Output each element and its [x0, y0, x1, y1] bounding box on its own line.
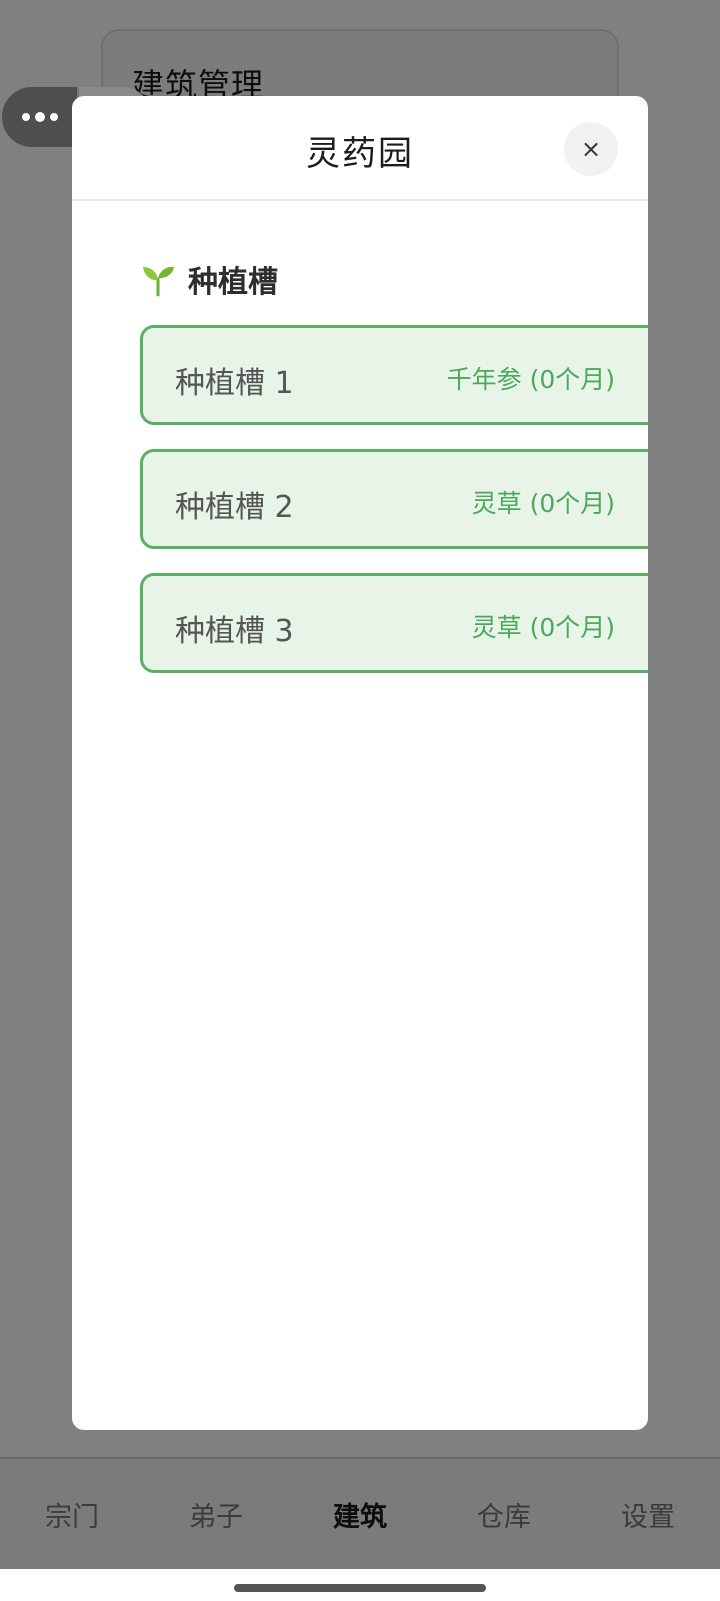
slot-name: 种植槽 3: [175, 614, 294, 649]
modal-header: 灵药园 ×: [72, 96, 648, 201]
slot-name: 种植槽 2: [175, 490, 294, 525]
tab-disciples[interactable]: 弟子: [144, 1459, 288, 1569]
more-button[interactable]: [2, 87, 77, 147]
home-indicator[interactable]: [234, 1584, 486, 1592]
planting-slot-3[interactable]: 种植槽 3 灵草 (0个月): [140, 573, 648, 673]
tab-sect[interactable]: 宗门: [0, 1459, 144, 1569]
sprout-icon: [143, 266, 174, 297]
slot-status: 千年参 (0个月): [446, 365, 615, 394]
more-dots-icon: [21, 112, 58, 122]
close-button[interactable]: ×: [564, 122, 618, 176]
bottom-tab-bar: 宗门 弟子 建筑 仓库 设置: [0, 1457, 720, 1569]
section-title: 种植槽: [188, 265, 278, 300]
section-header: 种植槽: [140, 259, 278, 300]
planting-slot-1[interactable]: 种植槽 1 千年参 (0个月): [140, 325, 648, 425]
slot-status: 灵草 (0个月): [471, 489, 615, 518]
spirit-herb-garden-modal: 灵药园 × 种植槽 种植槽 1 千年参 (0个月) 种植槽 2 灵草 (0个月)…: [72, 96, 648, 1430]
slot-status: 灵草 (0个月): [471, 613, 615, 642]
modal-title: 灵药园: [306, 134, 414, 174]
tab-warehouse[interactable]: 仓库: [432, 1459, 576, 1569]
tab-settings[interactable]: 设置: [576, 1459, 720, 1569]
planting-slot-2[interactable]: 种植槽 2 灵草 (0个月): [140, 449, 648, 549]
slot-name: 种植槽 1: [175, 366, 294, 401]
tab-buildings[interactable]: 建筑: [288, 1459, 432, 1569]
